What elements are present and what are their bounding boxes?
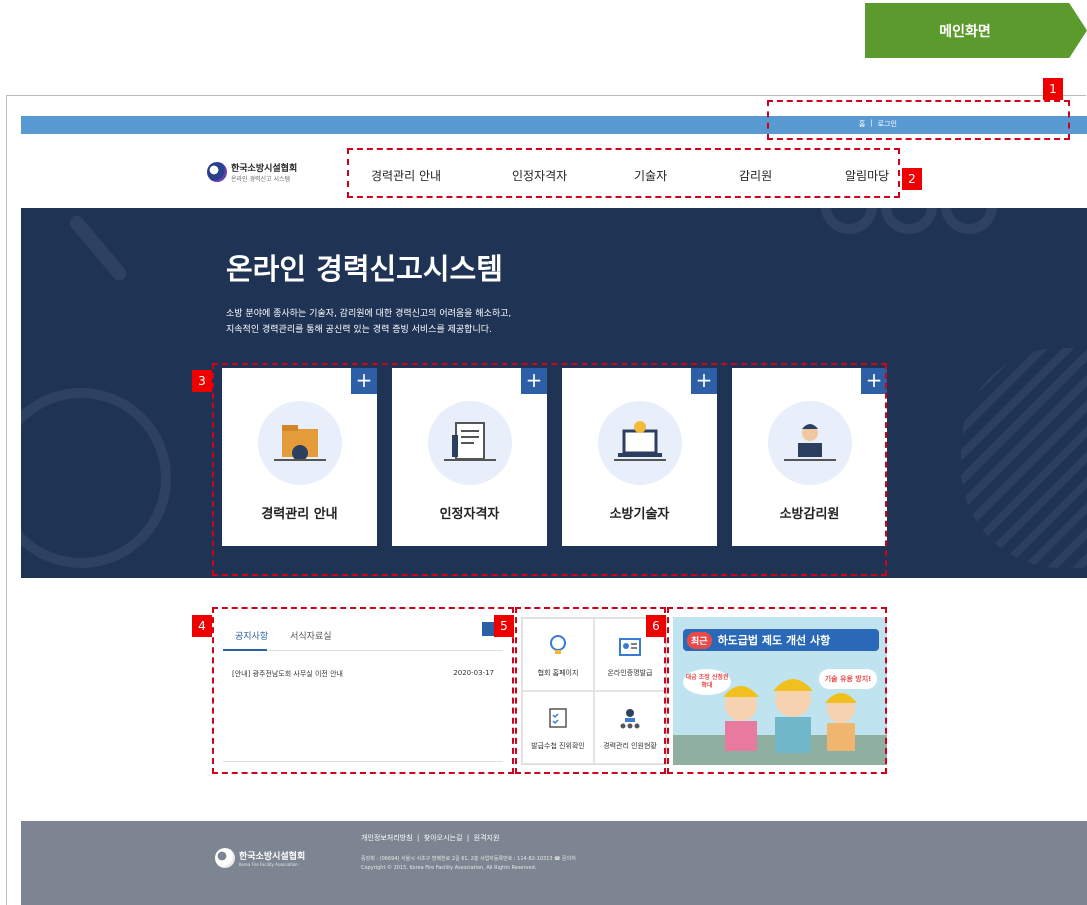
- page: 메인화면 홈 | 로그인 한국소방시설협회 온라인 경력신고 시스템 경력관리 …: [0, 0, 1087, 905]
- marker-3: 3: [192, 370, 212, 392]
- marker-1: 1: [1043, 78, 1063, 100]
- hero-description: 소방 분야에 종사하는 기술자, 감리원에 대한 경력신고의 어려움을 해소하고…: [226, 306, 511, 338]
- main-screen-tag: 메인화면: [865, 3, 1087, 58]
- deco-ring: [21, 388, 171, 568]
- main-screen-label: 메인화면: [939, 23, 991, 40]
- annotation-box-3: [212, 363, 887, 576]
- logo-icon: [207, 162, 227, 182]
- footer-logo-icon: [215, 848, 235, 868]
- deco-ring: [821, 208, 877, 234]
- footer: 한국소방시설협회 Korea Fire Facility Association…: [21, 821, 1087, 905]
- marker-2: 2: [902, 168, 922, 190]
- deco-bar: [66, 212, 130, 284]
- hero-desc-line2: 지속적인 경력관리를 통해 공신력 있는 경력 증빙 서비스를 제공합니다.: [226, 325, 492, 335]
- logo-text: 한국소방시설협회 온라인 경력신고 시스템: [231, 161, 297, 183]
- site-logo[interactable]: 한국소방시설협회 온라인 경력신고 시스템: [207, 161, 297, 183]
- annotation-box-4: [212, 607, 514, 774]
- hero-desc-line1: 소방 분야에 종사하는 기술자, 감리원에 대한 경력신고의 어려움을 해소하고…: [226, 309, 512, 319]
- annotation-box-2: [347, 148, 900, 198]
- marker-4: 4: [192, 615, 212, 637]
- annotation-box-5: [515, 607, 666, 774]
- marker-6: 6: [646, 615, 666, 637]
- footer-logo-sub: Korea Fire Facility Association: [239, 862, 298, 867]
- logo-sub: 온라인 경력신고 시스템: [231, 176, 291, 183]
- annotation-box-6: [667, 607, 887, 774]
- deco-ring: [941, 208, 997, 234]
- hero-title: 온라인 경력신고시스템: [226, 252, 503, 286]
- footer-logo: 한국소방시설협회 Korea Fire Facility Association: [215, 848, 305, 868]
- footer-copyright: Copyright © 2015, Korea Fire Facility As…: [361, 865, 537, 871]
- annotation-box-1: [767, 100, 1070, 140]
- deco-stripes: [961, 348, 1087, 568]
- footer-logo-text: 한국소방시설협회 Korea Fire Facility Association: [239, 849, 305, 867]
- footer-logo-name: 한국소방시설협회: [239, 852, 306, 862]
- deco-ring: [881, 208, 937, 234]
- footer-links[interactable]: 개인정보처리방침 | 찾아오시는길 | 원격지원: [361, 833, 499, 843]
- footer-address: 중앙회 : (06694) 서울시 서초구 방배천로 2길 61, 2층 사업자…: [361, 856, 576, 862]
- logo-name: 한국소방시설협회: [231, 164, 298, 174]
- marker-5: 5: [494, 615, 514, 637]
